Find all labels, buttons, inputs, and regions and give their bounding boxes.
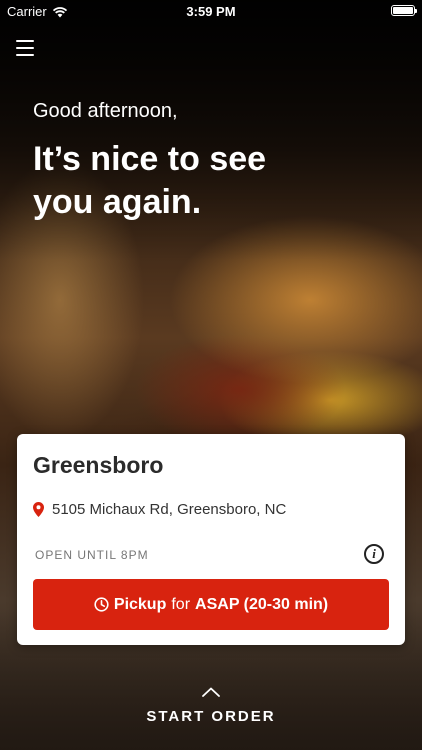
address-row: 5105 Michaux Rd, Greensboro, NC bbox=[33, 501, 286, 518]
start-order-label: START ORDER bbox=[146, 708, 276, 725]
menu-line bbox=[16, 47, 34, 49]
status-time: 3:59 PM bbox=[186, 4, 236, 19]
greeting-text: Good afternoon, bbox=[33, 100, 178, 122]
location-card: Greensboro 5105 Michaux Rd, Greensboro, … bbox=[17, 434, 405, 645]
battery-icon bbox=[391, 5, 417, 16]
clock-icon bbox=[94, 597, 109, 612]
pickup-connector-label: for bbox=[171, 595, 191, 613]
pickup-mode-label: Pickup bbox=[113, 595, 167, 613]
menu-line bbox=[16, 40, 34, 42]
pickup-time-label: ASAP (20-30 min) bbox=[195, 595, 329, 613]
start-order-button[interactable]: START ORDER bbox=[0, 684, 422, 725]
map-pin-icon bbox=[33, 502, 44, 517]
welcome-headline: It’s nice to see you again. bbox=[33, 140, 267, 221]
info-icon[interactable]: i bbox=[364, 544, 384, 564]
battery-level bbox=[393, 7, 413, 14]
pickup-button[interactable]: Pickup for ASAP (20-30 min) bbox=[33, 579, 389, 630]
app-screen: Carrier 3:59 PM Good afternoon, It’s nic… bbox=[0, 0, 422, 750]
menu-line bbox=[16, 54, 34, 56]
hours-label: OPEN UNTIL 8PM bbox=[35, 548, 149, 562]
location-name: Greensboro bbox=[33, 452, 164, 478]
address-text: 5105 Michaux Rd, Greensboro, NC bbox=[52, 501, 287, 518]
status-bar: Carrier 3:59 PM bbox=[0, 0, 422, 22]
hamburger-menu-icon[interactable] bbox=[16, 40, 34, 56]
chevron-up-icon bbox=[202, 684, 220, 697]
